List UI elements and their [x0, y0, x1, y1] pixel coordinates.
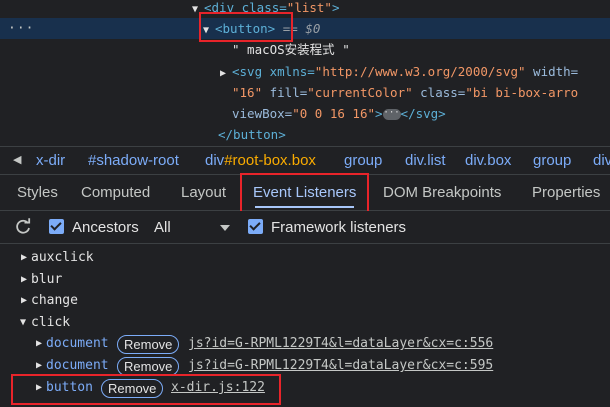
elements-dom-tree: ▼ <div class="list"> ··· ▼ <button> == $0 …	[0, 0, 610, 146]
breadcrumb-item[interactable]: div	[593, 147, 610, 174]
collapsed-triangle-icon[interactable]: ▶	[220, 63, 232, 84]
remove-listener-button[interactable]: Remove	[117, 357, 180, 376]
breadcrumb-selector: #root-box.box	[224, 152, 316, 169]
listener-source-link[interactable]: x-dir.js:122	[171, 377, 265, 399]
dom-tag-open: <div class=	[204, 0, 287, 15]
event-listeners-list: ▶ auxclick ▶ blur ▶ change ▼ click ▶ doc…	[0, 244, 610, 407]
breadcrumb-tag: div	[205, 152, 225, 169]
dom-text-node: " macOS安装程式 "	[232, 42, 350, 57]
breadcrumb-scroll-left-icon[interactable]: ◀	[13, 147, 21, 174]
dom-attr-name: viewBox=	[232, 106, 293, 121]
dom-attr-value: "currentColor"	[307, 85, 413, 100]
dom-attr-name: fill=	[262, 85, 308, 100]
listener-entry[interactable]: ▶ button Remove x-dir.js:122	[0, 377, 610, 399]
collapsed-triangle-icon[interactable]: ▶	[21, 269, 27, 291]
dom-svg-close: </svg>	[400, 106, 446, 121]
collapsed-triangle-icon[interactable]: ▶	[36, 333, 42, 355]
tab-computed[interactable]: Computed	[81, 175, 150, 211]
dom-button-close-tag: </button>	[218, 127, 286, 142]
dom-attr-value: "0 0 16 16"	[292, 106, 376, 121]
dom-attr-value: "16"	[232, 85, 263, 100]
breadcrumb-item[interactable]: div.list	[405, 147, 446, 174]
breadcrumb-item[interactable]: div#root-box.box	[205, 147, 316, 174]
event-row-click[interactable]: ▼ click	[0, 312, 610, 334]
sidebar-tabs: Styles Computed Layout Event Listeners D…	[0, 173, 610, 213]
more-actions-icon[interactable]: ···	[8, 18, 34, 39]
event-name: blur	[31, 272, 63, 287]
listener-node[interactable]: document	[46, 355, 109, 377]
expanded-triangle-icon[interactable]: ▼	[20, 312, 26, 334]
collapsed-triangle-icon[interactable]: ▶	[36, 377, 42, 399]
dom-attr-name: class=	[412, 85, 466, 100]
dom-line-text-node[interactable]: " macOS安装程式 "	[0, 39, 610, 60]
collapsed-triangle-icon[interactable]: ▶	[21, 290, 27, 312]
dom-attr-value: "list"	[286, 0, 332, 15]
framework-listeners-checkbox[interactable]	[248, 219, 263, 234]
framework-listeners-label: Framework listeners	[271, 219, 407, 236]
event-listeners-toolbar: Ancestors All Framework listeners	[0, 211, 610, 244]
expanded-triangle-icon[interactable]: ▼	[203, 20, 215, 41]
listener-entry[interactable]: ▶ document Remove js?id=G-RPML1229T4&l=d…	[0, 333, 610, 355]
dom-line-div-list[interactable]: ▼ <div class="list">	[0, 0, 610, 18]
breadcrumb-item[interactable]: group	[344, 147, 382, 174]
chevron-down-icon[interactable]	[220, 225, 230, 231]
event-name: change	[31, 293, 78, 308]
dom-line-button-close[interactable]: </button>	[0, 124, 610, 145]
listener-node[interactable]: button	[46, 377, 93, 399]
listener-filter-select[interactable]: All	[154, 211, 171, 244]
dom-attr-value: "http://www.w3.org/2000/svg"	[314, 64, 526, 79]
event-name: auxclick	[31, 250, 94, 265]
event-row-blur[interactable]: ▶ blur	[0, 269, 610, 291]
collapsed-triangle-icon[interactable]: ▶	[36, 355, 42, 377]
dom-selected-marker: == $0	[275, 21, 321, 36]
dom-tag-close: >	[331, 0, 340, 15]
listener-node[interactable]: document	[46, 333, 109, 355]
breadcrumb-item[interactable]: x-dir	[36, 147, 65, 174]
dom-svg-open: <svg xmlns=	[232, 64, 315, 79]
collapsed-content-icon[interactable]: ···	[382, 109, 401, 120]
tab-styles[interactable]: Styles	[17, 175, 58, 211]
listener-entry[interactable]: ▶ document Remove js?id=G-RPML1229T4&l=d…	[0, 355, 610, 377]
tab-layout[interactable]: Layout	[181, 175, 226, 211]
remove-listener-button[interactable]: Remove	[117, 335, 180, 354]
listener-source-link[interactable]: js?id=G-RPML1229T4&l=dataLayer&cx=c:595	[188, 355, 493, 377]
dom-line-svg[interactable]: ▶ <svg xmlns="http://www.w3.org/2000/svg"…	[0, 61, 610, 82]
breadcrumb-item[interactable]: div.box	[465, 147, 511, 174]
listener-source-link[interactable]: js?id=G-RPML1229T4&l=dataLayer&cx=c:556	[188, 333, 493, 355]
remove-listener-button[interactable]: Remove	[101, 379, 164, 398]
breadcrumb-item[interactable]: #shadow-root	[88, 147, 179, 174]
breadcrumb: ◀ x-dir #shadow-root div#root-box.box gr…	[0, 146, 610, 175]
tab-dom-breakpoints[interactable]: DOM Breakpoints	[383, 175, 501, 211]
ancestors-label: Ancestors	[72, 219, 139, 236]
tab-properties[interactable]: Properties	[532, 175, 600, 211]
dom-attr-value: "bi bi-box-arro	[465, 85, 579, 100]
ancestors-checkbox[interactable]	[49, 219, 64, 234]
dom-line-svg-viewbox[interactable]: viewBox="0 0 16 16">···</svg>	[0, 103, 610, 124]
event-row-change[interactable]: ▶ change	[0, 290, 610, 312]
tab-event-listeners[interactable]: Event Listeners	[253, 175, 356, 211]
dom-line-button-selected[interactable]: ··· ▼ <button> == $0	[0, 18, 610, 39]
event-name: click	[31, 315, 71, 330]
dom-button-tag: <button>	[215, 21, 276, 36]
expanded-triangle-icon[interactable]: ▼	[192, 0, 204, 20]
event-row-auxclick[interactable]: ▶ auxclick	[0, 247, 610, 269]
refresh-icon[interactable]	[14, 218, 32, 236]
breadcrumb-item[interactable]: group	[533, 147, 571, 174]
collapsed-triangle-icon[interactable]: ▶	[21, 247, 27, 269]
dom-line-svg-attrs[interactable]: "16" fill="currentColor" class="bi bi-bo…	[0, 82, 610, 103]
dom-attr-name: width=	[525, 64, 579, 79]
